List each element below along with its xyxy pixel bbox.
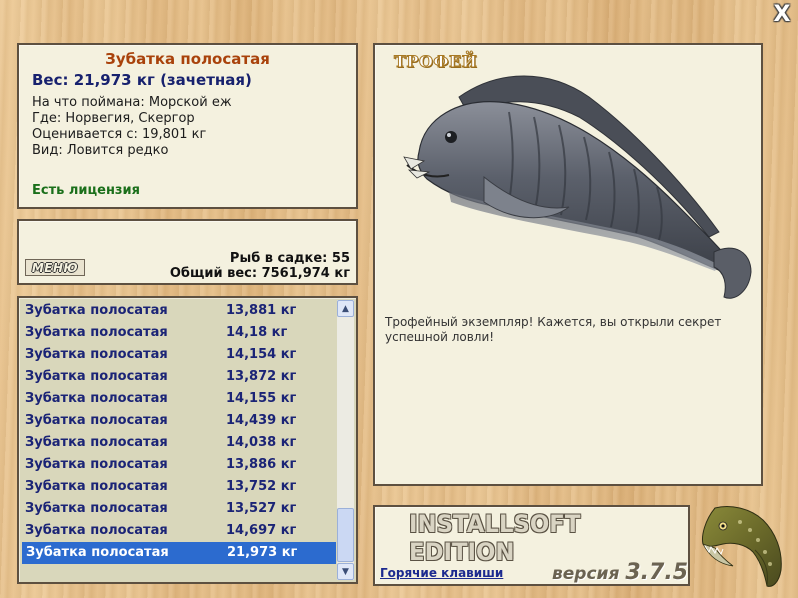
version-label: версия: [552, 564, 620, 584]
fish-weight-value: 13,527 кг: [226, 501, 297, 516]
fish-weight-value: 13,752 кг: [226, 479, 297, 494]
list-item[interactable]: Зубатка полосатая 14,697 кг: [21, 520, 338, 542]
fish-name: Зубатка полосатая: [25, 457, 168, 472]
version-number: 3.7.5: [625, 560, 689, 585]
fish-weight-value: 13,881 кг: [226, 303, 297, 318]
scrollbar-thumb[interactable]: [337, 508, 354, 562]
list-item[interactable]: Зубатка полосатая 14,154 кг: [21, 344, 338, 366]
fish-weight-value: 21,973 кг: [227, 545, 298, 560]
chevron-up-icon[interactable]: ▲: [337, 300, 354, 317]
fish-weight: Вес: 21,973 кг (зачетная): [32, 71, 252, 89]
fish-name: Зубатка полосатая: [26, 545, 169, 560]
wolffish-image: [403, 75, 752, 299]
list-item[interactable]: Зубатка полосатая 13,872 кг: [21, 366, 338, 388]
hotkeys-link[interactable]: Горячие клавиши: [380, 566, 503, 580]
total-weight: Общий вес: 7561,974 кг: [169, 266, 350, 281]
fish-weight-value: 14,038 кг: [226, 435, 297, 450]
fish-name: Зубатка полосатая: [25, 501, 168, 516]
fish-weight-value: 13,872 кг: [226, 369, 297, 384]
list-item[interactable]: Зубатка полосатая 14,439 кг: [21, 410, 338, 432]
fish-count: Рыб в садке: 55: [229, 251, 350, 266]
fish-name: Зубатка полосатая: [25, 523, 168, 538]
location-info: Где: Норвегия, Скергор: [32, 111, 195, 126]
fish-weight-value: 14,697 кг: [226, 523, 297, 538]
bait-info: На что поймана: Морской еж: [32, 95, 232, 110]
version-info: версия 3.7.5: [552, 560, 688, 585]
edition-title: INSTALLSOFT EDITION: [409, 510, 581, 566]
list-item[interactable]: Зубатка полосатая 21,973 кг: [22, 542, 336, 564]
brand-panel: INSTALLSOFT EDITION Горячие клавиши верс…: [373, 505, 690, 586]
list-item[interactable]: Зубатка полосатая 14,155 кг: [21, 388, 338, 410]
list-item[interactable]: Зубатка полосатая 14,038 кг: [21, 432, 338, 454]
pike-fish-logo: [702, 506, 782, 587]
close-button[interactable]: X: [770, 4, 794, 26]
menu-button[interactable]: МЕНЮ: [25, 259, 85, 276]
fish-name: Зубатка полосатая: [25, 435, 168, 450]
fish-title: Зубатка полосатая: [105, 50, 270, 68]
list-scrollbar[interactable]: ▲ ▼: [337, 300, 354, 580]
fish-name: Зубатка полосатая: [25, 369, 168, 384]
rarity-info: Вид: Ловится редко: [32, 143, 169, 158]
fish-weight-value: 13,886 кг: [226, 457, 297, 472]
list-item[interactable]: Зубатка полосатая 13,527 кг: [21, 498, 338, 520]
fish-name: Зубатка полосатая: [25, 413, 168, 428]
fish-weight-value: 14,18 кг: [226, 325, 288, 340]
fish-name: Зубатка полосатая: [25, 303, 168, 318]
trophy-panel: ТРОФЕЙ Трофейный экземпляр! Кажется, вы …: [373, 43, 763, 486]
fish-name: Зубатка полосатая: [25, 391, 168, 406]
list-item[interactable]: Зубатка полосатая 13,752 кг: [21, 476, 338, 498]
chevron-down-icon[interactable]: ▼: [337, 563, 354, 580]
fish-name: Зубатка полосатая: [25, 347, 168, 362]
fish-weight-value: 14,439 кг: [226, 413, 297, 428]
fish-list-panel: Зубатка полосатая 13,881 кг Зубатка полоса…: [17, 296, 358, 584]
fish-info-panel: Зубатка полосатая Вес: 21,973 кг (зачетн…: [17, 43, 358, 209]
list-item[interactable]: Зубатка полосатая 13,886 кг: [21, 454, 338, 476]
fish-weight-value: 14,154 кг: [226, 347, 297, 362]
keepnet-summary-panel: МЕНЮ Рыб в садке: 55 Общий вес: 7561,974…: [17, 219, 358, 285]
fish-name: Зубатка полосатая: [25, 325, 168, 340]
fish-name: Зубатка полосатая: [25, 479, 168, 494]
trophy-label: ТРОФЕЙ: [393, 52, 478, 72]
license-status: Есть лицензия: [32, 183, 140, 198]
list-item[interactable]: Зубатка полосатая 13,881 кг: [21, 300, 338, 322]
list-item[interactable]: Зубатка полосатая 14,18 кг: [21, 322, 338, 344]
fish-list[interactable]: Зубатка полосатая 13,881 кг Зубатка полоса…: [21, 300, 338, 580]
rating-info: Оценивается с: 19,801 кг: [32, 127, 207, 142]
trophy-message: Трофейный экземпляр! Кажется, вы открыли…: [385, 315, 722, 344]
fish-weight-value: 14,155 кг: [226, 391, 297, 406]
